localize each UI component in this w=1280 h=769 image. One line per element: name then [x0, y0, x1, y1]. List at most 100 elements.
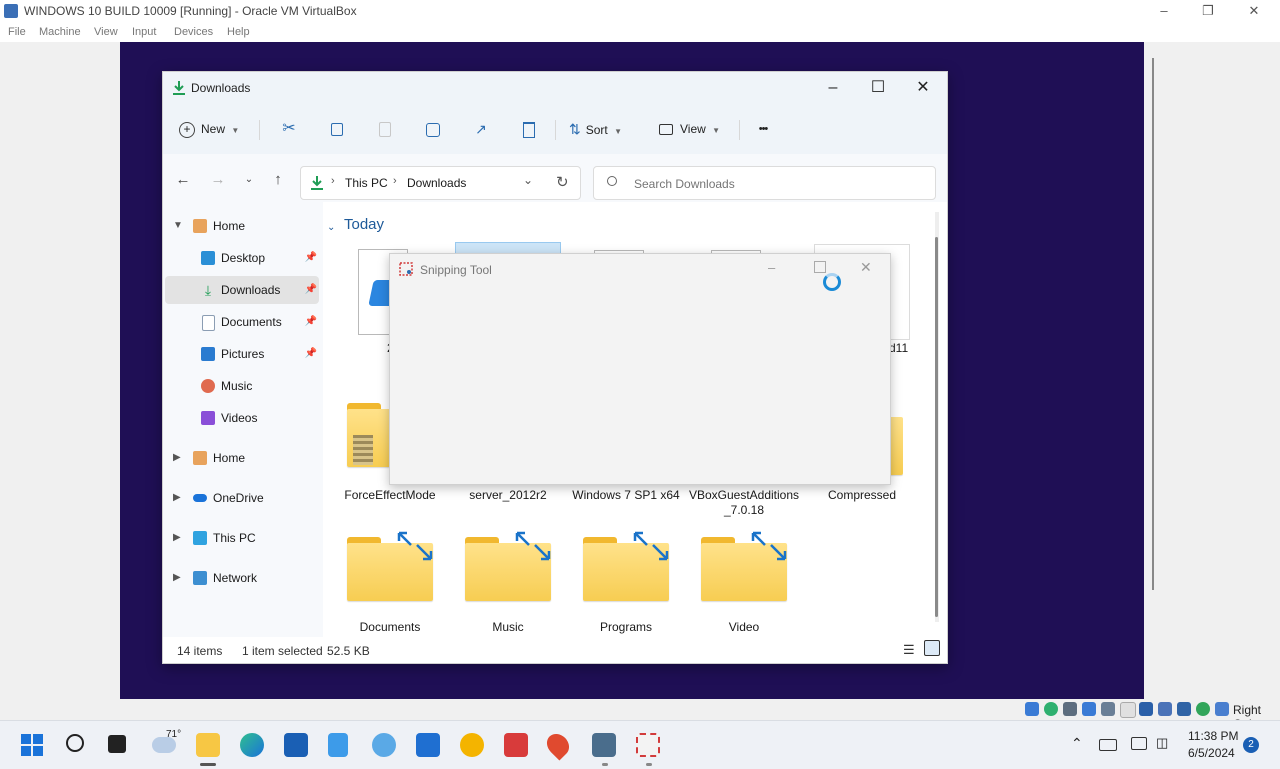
- search-box[interactable]: [593, 166, 936, 200]
- copy-button[interactable]: [325, 116, 349, 142]
- display-network-icon[interactable]: [1131, 737, 1147, 750]
- nav-item-music[interactable]: Music: [165, 372, 319, 400]
- nav-item-pictures[interactable]: Pictures 📌: [165, 340, 319, 368]
- sort-button[interactable]: ⇅ Sort ▼: [569, 116, 635, 142]
- folder-shortcut-icon[interactable]: [583, 531, 669, 603]
- task-view-icon[interactable]: [108, 735, 126, 753]
- search-icon[interactable]: [66, 734, 84, 752]
- start-windows-icon[interactable]: [21, 734, 43, 756]
- selection-size: 52.5 KB: [327, 644, 370, 658]
- viewport-scrollbar[interactable]: [1152, 58, 1154, 590]
- microsoft-store-icon[interactable]: [284, 733, 308, 757]
- new-button[interactable]: + New ▼: [179, 116, 249, 142]
- close-button[interactable]: ✕: [1234, 2, 1274, 20]
- back-arrow-icon[interactable]: ←: [173, 170, 193, 190]
- snipping-tool-window[interactable]: Snipping Tool – ✕: [389, 253, 891, 485]
- menu-file[interactable]: File: [8, 26, 26, 38]
- chevron-right-icon[interactable]: ▶: [173, 564, 181, 592]
- nav-item-documents[interactable]: Documents 📌: [165, 308, 319, 336]
- guest-additions-icon[interactable]: [1196, 702, 1210, 716]
- nav-item-videos[interactable]: Videos: [165, 404, 319, 432]
- large-icons-view-icon[interactable]: [924, 640, 940, 656]
- address-dropdown-chevron-icon[interactable]: ⌄: [523, 173, 533, 187]
- refresh-icon[interactable]: ↻: [556, 173, 569, 191]
- menu-machine[interactable]: Machine: [39, 26, 81, 38]
- details-view-icon[interactable]: ☰: [903, 642, 915, 658]
- recording-icon[interactable]: [1158, 702, 1172, 716]
- folder-shortcut-icon[interactable]: [465, 531, 551, 603]
- vm-display[interactable]: Downloads – ☐ ✕ + New ▼ ✂ ↗ ⇅ Sort ▼ View: [120, 42, 1144, 699]
- paste-button[interactable]: [373, 116, 397, 142]
- snip-maximize-button[interactable]: [814, 261, 826, 273]
- share-button[interactable]: ↗: [469, 116, 493, 142]
- nav-item-this-pc[interactable]: ▶ This PC: [165, 524, 319, 552]
- explorer-minimize-button[interactable]: –: [818, 78, 848, 98]
- weather-app-icon[interactable]: [460, 733, 484, 757]
- delete-button[interactable]: [517, 116, 541, 142]
- nav-item-network[interactable]: ▶ Network: [165, 564, 319, 592]
- calendar-icon[interactable]: [416, 733, 440, 757]
- nav-item-downloads[interactable]: ⤓ Downloads 📌: [165, 276, 319, 304]
- edge-browser-icon[interactable]: [240, 733, 264, 757]
- chevron-down-icon[interactable]: ▼: [173, 212, 183, 240]
- mouse-integration-icon[interactable]: [1215, 702, 1229, 716]
- chevron-right-icon[interactable]: ▶: [173, 484, 181, 512]
- optical-drive-icon[interactable]: [1044, 702, 1058, 716]
- forward-arrow-icon[interactable]: →: [208, 170, 228, 190]
- menu-help[interactable]: Help: [227, 26, 250, 38]
- search-input[interactable]: [632, 174, 926, 194]
- menu-devices[interactable]: Devices: [174, 26, 213, 38]
- network-globe-icon[interactable]: [372, 733, 396, 757]
- volume-muted-icon[interactable]: ◫: [1156, 735, 1168, 751]
- minimize-button[interactable]: –: [1144, 2, 1184, 20]
- see-more-button[interactable]: •••: [749, 116, 777, 142]
- rename-button[interactable]: [421, 116, 445, 142]
- recent-locations-chevron-icon[interactable]: ⌄: [239, 170, 259, 190]
- nav-label: Music: [221, 379, 253, 393]
- group-header-today[interactable]: Today: [344, 216, 384, 233]
- breadcrumb-this-pc[interactable]: This PC: [345, 176, 388, 190]
- clock-date[interactable]: 6/5/2024: [1188, 746, 1235, 760]
- snip-close-button[interactable]: ✕: [860, 259, 872, 276]
- address-bar[interactable]: › This PC › Downloads ⌄ ↻: [300, 166, 581, 200]
- nav-item-desktop[interactable]: Desktop 📌: [165, 244, 319, 272]
- hard-disk-icon[interactable]: [1025, 702, 1039, 716]
- notification-badge[interactable]: 2: [1243, 737, 1259, 753]
- nav-item-home[interactable]: ▼ Home: [165, 212, 319, 240]
- nav-item-home-2[interactable]: ▶ Home: [165, 444, 319, 472]
- group-collapse-chevron-icon[interactable]: ⌄: [327, 222, 337, 233]
- folder-shortcut-icon[interactable]: [347, 531, 433, 603]
- nav-item-onedrive[interactable]: ▶ OneDrive: [165, 484, 319, 512]
- file-explorer-taskbar-icon[interactable]: [196, 733, 220, 757]
- maps-pin-icon[interactable]: [542, 729, 574, 761]
- menu-input[interactable]: Input: [132, 26, 156, 38]
- display-icon[interactable]: [1139, 702, 1153, 716]
- explorer-close-button[interactable]: ✕: [908, 78, 938, 98]
- view-button[interactable]: View ▼: [659, 116, 729, 142]
- clock-time[interactable]: 11:38 PM: [1188, 729, 1238, 743]
- presentation-app-icon[interactable]: [504, 733, 528, 757]
- network-adapter-icon[interactable]: [1082, 702, 1096, 716]
- chevron-right-icon[interactable]: ▶: [173, 524, 181, 552]
- shared-folders-icon[interactable]: [1120, 702, 1136, 718]
- restore-button[interactable]: ❐: [1188, 2, 1228, 20]
- up-arrow-icon[interactable]: ↑: [268, 170, 288, 190]
- menu-view[interactable]: View: [94, 26, 118, 38]
- folder-shortcut-icon[interactable]: [701, 531, 787, 603]
- cut-button[interactable]: ✂: [277, 116, 301, 142]
- notepad-icon[interactable]: [328, 733, 348, 757]
- cpu-icon[interactable]: [1177, 702, 1191, 716]
- breadcrumb-downloads[interactable]: Downloads: [407, 176, 466, 190]
- audio-icon[interactable]: [1063, 702, 1077, 716]
- calculator-app-icon[interactable]: [592, 733, 616, 757]
- usb-icon[interactable]: [1101, 702, 1115, 716]
- scrollbar-thumb[interactable]: [935, 237, 938, 617]
- file-label: Music: [492, 620, 524, 634]
- keyboard-icon[interactable]: [1099, 739, 1117, 751]
- file-list-scrollbar[interactable]: [935, 212, 939, 622]
- snip-minimize-button[interactable]: –: [768, 260, 775, 275]
- chevron-right-icon[interactable]: ▶: [173, 444, 181, 472]
- explorer-maximize-button[interactable]: ☐: [863, 78, 893, 98]
- show-hidden-icons-chevron-icon[interactable]: ⌃: [1071, 735, 1083, 752]
- snipping-tool-taskbar-icon[interactable]: [636, 733, 660, 757]
